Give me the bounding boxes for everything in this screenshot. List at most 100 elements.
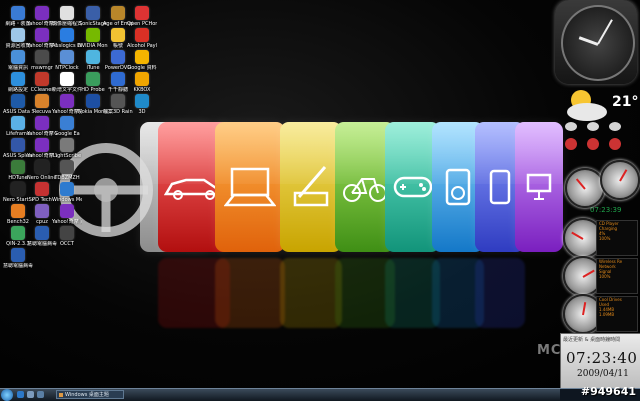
application-icon	[60, 50, 74, 64]
forecast-day-icon	[609, 122, 621, 131]
wallpaper-reflection-blue	[475, 258, 525, 328]
application-icon	[86, 6, 100, 20]
application-icon	[60, 204, 74, 218]
media-player-icon	[445, 168, 471, 206]
application-icon	[135, 50, 149, 64]
laptop-icon	[224, 167, 276, 207]
cpu-meter-gauge[interactable]	[565, 168, 605, 208]
analog-clock-gadget[interactable]	[555, 0, 637, 84]
desktop: MC 07:23:39 網路・裝置Yahoo!奇摩電子信箱影像壓縮程式Sonic…	[0, 0, 640, 388]
desktop-icon-label: Google 資料	[127, 65, 157, 71]
wallpaper-reflection-orange	[215, 258, 285, 328]
application-icon	[60, 182, 74, 196]
application-icon	[35, 160, 49, 174]
desktop-icon-label: OCCT	[60, 241, 74, 247]
weather-temperature: 21°	[612, 94, 639, 110]
application-icon	[135, 6, 149, 20]
application-icon	[35, 72, 49, 86]
quick-launch-switch-icon[interactable]	[37, 391, 44, 398]
digital-clock-gadget[interactable]: 最近更新 & 桌面時鐘時間 07:23:40 2009/04/11	[560, 333, 640, 388]
taskbar: Windows 桌面主題	[0, 388, 640, 401]
application-icon	[60, 226, 74, 240]
desktop-icon[interactable]: 慧聰電腦病毒 尋者 2	[3, 248, 33, 282]
wallpaper-card-orange	[215, 122, 285, 252]
start-button[interactable]	[1, 389, 13, 401]
quick-launch-browser-icon[interactable]	[17, 391, 24, 398]
forecast-day-icon	[587, 122, 599, 131]
application-icon	[35, 6, 49, 20]
bicycle-icon	[343, 178, 387, 202]
desktop-icon-label: Open PCHome	[127, 21, 157, 27]
mini-gauge	[587, 138, 599, 150]
wallpaper-card-yellow	[280, 122, 342, 252]
application-icon	[111, 94, 125, 108]
application-icon	[11, 116, 25, 130]
application-icon	[86, 50, 100, 64]
digital-clock-date: 2009/04/11	[577, 369, 629, 379]
application-icon	[35, 50, 49, 64]
application-icon	[60, 94, 74, 108]
application-icon	[111, 50, 125, 64]
application-icon	[135, 28, 149, 42]
application-icon	[11, 226, 25, 240]
forecast-row	[565, 122, 635, 138]
gamepad-icon	[393, 176, 432, 198]
application-icon	[11, 204, 25, 218]
mini-gauge	[609, 138, 621, 150]
application-icon	[35, 28, 49, 42]
application-icon	[11, 182, 25, 196]
desktop-icon-label: KKBOX	[133, 87, 151, 93]
application-icon	[135, 72, 149, 86]
application-icon	[11, 6, 25, 20]
memory-meter-gauge[interactable]	[600, 160, 640, 200]
application-icon	[35, 226, 49, 240]
desktop-icon-label: 3D	[138, 109, 146, 115]
digital-clock-header: 最近更新 & 桌面時鐘時間	[563, 337, 621, 343]
application-icon	[35, 138, 49, 152]
wallpaper-watermark: MC	[537, 343, 562, 358]
desktop-icon-label: Windows Media	[52, 197, 82, 203]
application-icon	[11, 248, 25, 262]
desktop-icon-label: Alcohol Payload	[127, 43, 157, 49]
application-icon	[35, 116, 49, 130]
battery-info-panel: CD Player Charging 4% 100%	[596, 220, 638, 256]
application-icon	[11, 138, 25, 152]
application-icon	[111, 6, 125, 20]
pen-tablet-icon	[293, 166, 329, 207]
desktop-icon-label: Yahoo!奇摩 即時通 Vi	[52, 219, 82, 225]
application-icon	[60, 6, 74, 20]
application-icon	[11, 160, 25, 174]
clock-face	[561, 5, 635, 81]
application-icon	[86, 94, 100, 108]
desktop-icon-label: TDBZMZH	[54, 175, 80, 181]
application-icon	[11, 72, 25, 86]
application-icon	[111, 72, 125, 86]
application-icon	[60, 138, 74, 152]
quick-launch-desktop-icon[interactable]	[27, 391, 34, 398]
application-icon	[111, 28, 125, 42]
desktop-icon[interactable]: 3D	[127, 94, 157, 128]
application-icon	[11, 28, 25, 42]
application-icon	[86, 72, 100, 86]
desktop-icon-label: LightScribe	[52, 153, 82, 159]
partly-cloudy-icon	[567, 90, 607, 121]
desktop-icon-label: 慧聰電腦病毒 尋者 2	[3, 263, 33, 269]
mini-gauge	[565, 138, 577, 150]
application-icon	[135, 94, 149, 108]
application-icon	[60, 116, 74, 130]
application-icon	[35, 94, 49, 108]
digital-clock-time: 07:23:40	[566, 349, 638, 367]
wallpaper-reflection-yellow	[280, 258, 342, 328]
drive-info-panel: Cool Drives Used 1.44MB 1.09MB	[596, 296, 638, 332]
taskbar-window-button[interactable]: Windows 桌面主題	[56, 390, 124, 399]
application-icon	[35, 182, 49, 196]
wallpaper-status-text: 07:23:39	[590, 206, 622, 214]
forecast-day-icon	[565, 122, 577, 131]
application-icon	[35, 204, 49, 218]
mini-gauge-row	[565, 138, 635, 154]
image-tag: #949641	[580, 385, 636, 398]
phone-icon	[489, 169, 511, 205]
weather-gadget[interactable]: 21°	[555, 88, 639, 160]
application-icon	[60, 160, 74, 174]
desktop-icon[interactable]: OCCT	[52, 226, 82, 260]
